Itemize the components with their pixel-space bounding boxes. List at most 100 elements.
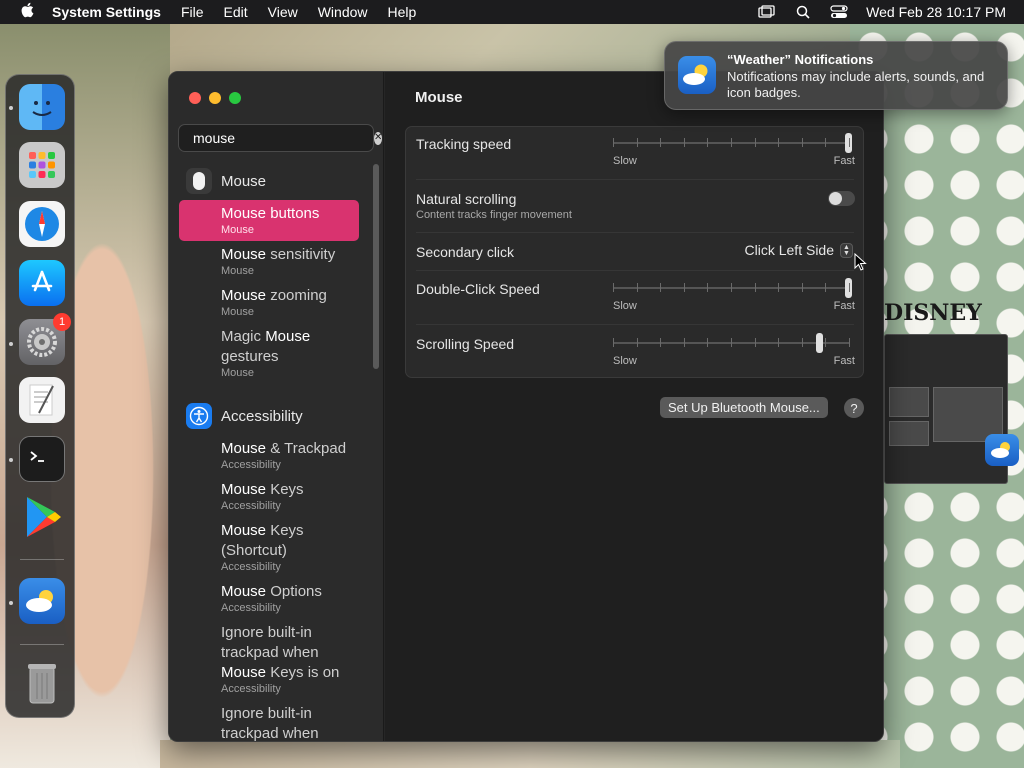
slider-tick — [825, 338, 827, 347]
scrolling-speed-slider[interactable]: Slow Fast — [613, 327, 855, 367]
slider-max-label: Fast — [833, 155, 855, 167]
weather-app-icon — [678, 56, 716, 94]
dock-running-indicator — [9, 458, 13, 462]
help-button[interactable]: ? — [844, 398, 864, 418]
result-mouse-keys[interactable]: Mouse Keys Accessibility — [179, 476, 359, 517]
notification-body: Notifications may include alerts, sounds… — [727, 69, 985, 100]
weather-icon[interactable] — [19, 578, 65, 624]
control-center-icon[interactable] — [830, 5, 848, 19]
app-store-icon[interactable] — [19, 260, 65, 306]
search-input[interactable] — [193, 130, 374, 146]
dock-separator — [20, 559, 64, 560]
slider-tick — [801, 138, 803, 147]
natural-scrolling-description: Content tracks finger movement — [416, 209, 572, 221]
slider-tick — [778, 338, 780, 347]
window-controls — [189, 92, 241, 104]
slider-tick — [707, 338, 709, 347]
slider-tick — [825, 283, 827, 292]
weather-notification[interactable]: “Weather” Notifications Notifications ma… — [664, 41, 1008, 110]
dock-running-indicator — [9, 106, 13, 110]
menu-view[interactable]: View — [268, 4, 298, 20]
clear-search-icon[interactable]: ✕ — [374, 131, 383, 145]
slider-tick — [731, 283, 732, 292]
system-settings-icon[interactable]: 1 — [19, 313, 71, 365]
dock-separator — [20, 644, 64, 645]
result-magic-mouse-gestures[interactable]: Magic Mouse gestures Mouse — [179, 323, 329, 384]
slider-tick — [754, 283, 756, 292]
google-play-icon[interactable] — [19, 494, 65, 540]
secondary-click-popup[interactable]: Click Left Side ▲ ▼ — [745, 242, 853, 258]
result-mouse-keys-shortcut[interactable]: Mouse Keys (Shortcut) Accessibility — [179, 517, 329, 578]
apple-menu-icon[interactable] — [18, 2, 38, 22]
slider-knob[interactable] — [815, 333, 823, 353]
dock-running-indicator — [9, 601, 13, 605]
wallpaper-sign: DISNEY — [884, 300, 982, 326]
slider-tick — [778, 283, 780, 292]
close-button[interactable] — [189, 92, 201, 104]
tracking-speed-slider[interactable]: Slow Fast — [613, 127, 855, 167]
slider-tick — [683, 283, 685, 292]
slider-tick — [636, 338, 638, 347]
slider-tick — [707, 138, 709, 147]
slider-tick — [754, 338, 756, 347]
slider-tick — [613, 283, 614, 292]
secondary-click-value: Click Left Side — [744, 242, 834, 258]
trash-icon[interactable] — [19, 660, 65, 706]
slider-tick — [801, 283, 803, 292]
sidebar: ✕ Mouse Mouse buttons Mouse Mouse sensit… — [169, 72, 384, 741]
launchpad-icon[interactable] — [19, 142, 65, 188]
double-click-speed-slider[interactable]: Slow Fast — [613, 272, 855, 312]
accessibility-icon — [186, 403, 212, 429]
finder-icon[interactable] — [19, 84, 65, 130]
menu-edit[interactable]: Edit — [224, 4, 248, 20]
group-title: Accessibility — [221, 407, 303, 425]
menu-help[interactable]: Help — [388, 4, 417, 20]
slider-tick — [778, 138, 780, 147]
terminal-icon[interactable] — [19, 436, 65, 482]
result-mouse-options[interactable]: Mouse Options Accessibility — [179, 578, 359, 619]
system-settings-window: ✕ Mouse Mouse buttons Mouse Mouse sensit… — [168, 71, 884, 742]
menu-window[interactable]: Window — [318, 4, 368, 20]
row-divider — [416, 324, 854, 325]
secondary-click-label: Secondary click — [416, 244, 515, 260]
double-click-speed-label: Double-Click Speed — [416, 281, 540, 297]
minimize-button[interactable] — [209, 92, 221, 104]
result-mouse-buttons[interactable]: Mouse buttons Mouse — [179, 200, 359, 241]
textedit-icon[interactable] — [19, 377, 65, 423]
sidebar-scrollbar[interactable] — [373, 164, 379, 369]
wallpaper-bottom — [160, 740, 900, 768]
result-group-mouse[interactable]: Mouse — [186, 168, 266, 194]
scrolling-speed-label: Scrolling Speed — [416, 336, 515, 352]
result-ignore-trackpad-mouse-keys[interactable]: Ignore built-in trackpad when Mouse Keys… — [179, 619, 359, 700]
slider-min-label: Slow — [613, 155, 637, 167]
mouse-icon — [186, 168, 212, 194]
zoom-button[interactable] — [229, 92, 241, 104]
slider-tick — [660, 138, 662, 147]
slider-tick — [683, 338, 685, 347]
slider-tick — [754, 138, 756, 147]
slider-max-label: Fast — [833, 300, 855, 312]
page-title: Mouse — [415, 89, 463, 106]
result-group-accessibility[interactable]: Accessibility — [186, 403, 303, 429]
menu-bar: System Settings File Edit View Window He… — [0, 0, 1024, 24]
spotlight-search-icon[interactable] — [794, 5, 812, 19]
slider-tick — [849, 283, 850, 292]
result-mouse-zooming[interactable]: Mouse zooming Mouse — [179, 282, 359, 323]
menu-file[interactable]: File — [181, 4, 204, 20]
menu-app-name[interactable]: System Settings — [52, 4, 161, 20]
slider-tick — [825, 138, 827, 147]
weather-desktop-icon[interactable] — [985, 434, 1019, 466]
setup-bluetooth-mouse-button[interactable]: Set Up Bluetooth Mouse... — [660, 397, 828, 418]
result-mouse-sensitivity[interactable]: Mouse sensitivity Mouse — [179, 241, 359, 282]
natural-scrolling-toggle[interactable] — [828, 191, 855, 206]
menu-clock[interactable]: Wed Feb 28 10:17 PM — [866, 4, 1006, 20]
safari-icon[interactable] — [19, 201, 65, 247]
result-mouse-trackpad[interactable]: Mouse & Trackpad Accessibility — [179, 435, 359, 476]
screen-mirroring-icon[interactable] — [758, 5, 776, 19]
result-ignore-trackpad[interactable]: Ignore built-in trackpad when — [179, 700, 329, 741]
slider-tick — [636, 283, 638, 292]
dock: 1 — [5, 74, 75, 718]
dock-running-indicator — [9, 342, 13, 346]
natural-scrolling-label: Natural scrolling — [416, 191, 517, 207]
slider-tick — [731, 138, 732, 147]
